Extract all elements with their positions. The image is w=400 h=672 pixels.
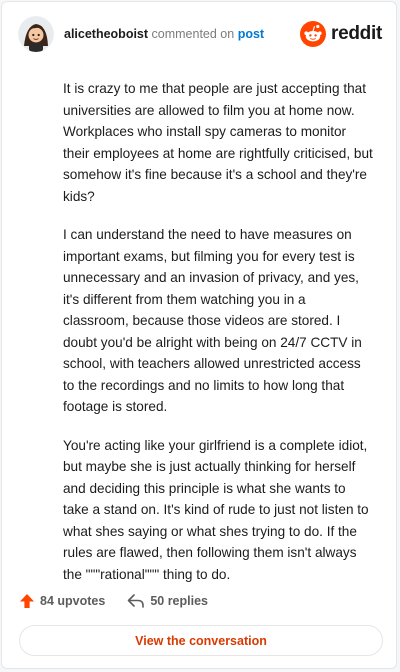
reddit-snoo-icon — [300, 21, 327, 47]
username-link[interactable]: alicetheoboist — [64, 27, 148, 41]
upvote-stat[interactable]: 84 upvotes — [19, 593, 105, 609]
comment-paragraph: You're acting like your girlfriend is a … — [63, 437, 369, 582]
comment-footer: 84 upvotes 50 replies — [19, 590, 230, 612]
comment-header: alicetheoboist commented on post reddit — [18, 16, 382, 52]
brand-wordmark: reddit — [331, 23, 382, 44]
post-link[interactable]: post — [238, 27, 264, 41]
avatar-icon — [18, 16, 54, 52]
comment-body: It is crazy to me that people are just a… — [63, 78, 375, 602]
avatar[interactable] — [18, 16, 54, 52]
upvote-count: 84 upvotes — [40, 594, 106, 608]
commented-on-text: commented on — [151, 27, 235, 41]
reddit-logo[interactable]: reddit — [300, 21, 382, 47]
comment-paragraph: I can understand the need to have measur… — [63, 227, 362, 414]
reply-stat[interactable]: 50 replies — [127, 593, 208, 609]
upvote-arrow-icon — [20, 594, 34, 608]
view-conversation-button[interactable]: View the conversation — [19, 625, 383, 656]
commenter-line: alicetheoboist commented on post — [64, 27, 300, 41]
reply-arrow-icon — [128, 594, 145, 608]
reply-count: 50 replies — [150, 594, 208, 608]
comment-card: alicetheoboist commented on post reddit … — [1, 1, 397, 669]
comment-paragraph: It is crazy to me that people are just a… — [63, 81, 373, 204]
